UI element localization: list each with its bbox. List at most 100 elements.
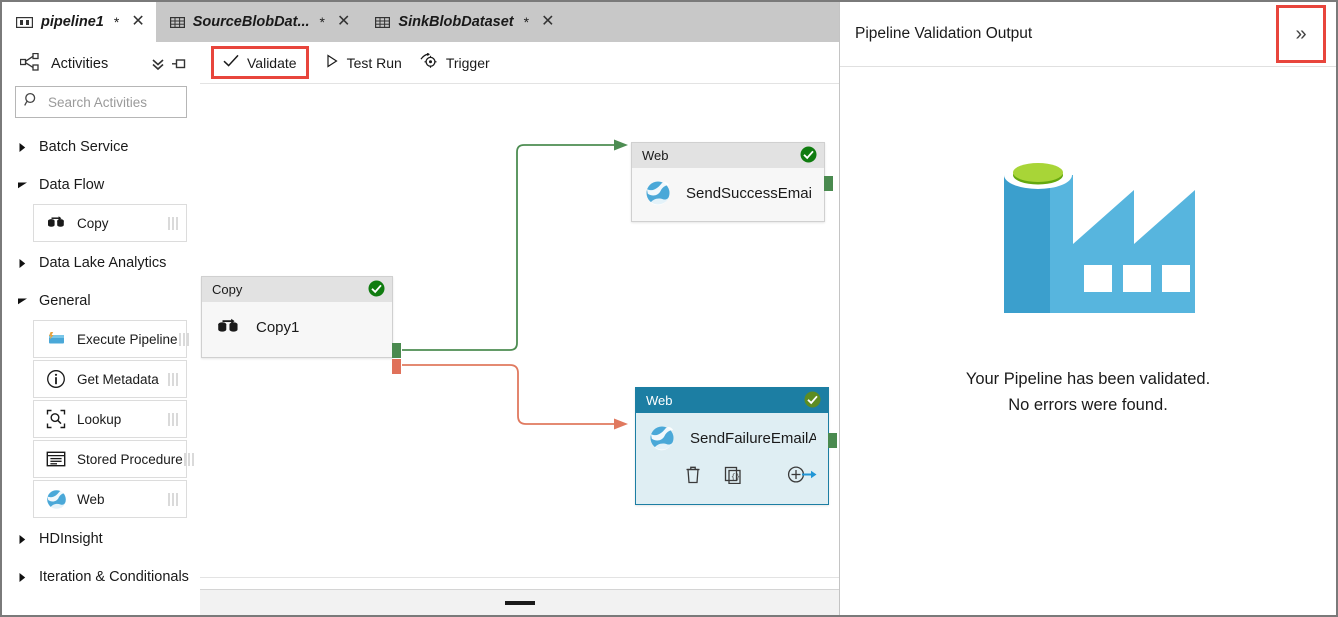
sidebar-group-batch-service[interactable]: Batch Service — [2, 128, 200, 166]
tab-sourceblobdataset[interactable]: SourceBlobDat... * ✕ — [155, 2, 362, 42]
trigger-button[interactable]: Trigger — [411, 48, 499, 77]
validate-button[interactable]: Validate — [211, 46, 309, 79]
activity-item-lookup[interactable]: Lookup — [33, 400, 187, 438]
web-globe-icon — [644, 179, 672, 207]
panel-title: Pipeline Validation Output — [855, 25, 1033, 42]
close-icon[interactable]: ✕ — [131, 14, 144, 30]
connector-success — [402, 144, 618, 351]
web-globe-icon — [45, 488, 67, 510]
validate-label: Validate — [247, 54, 297, 71]
chevron-right-icon — [14, 569, 30, 585]
sidebar-group-label: Batch Service — [39, 139, 129, 155]
activity-label: Web — [77, 491, 105, 507]
sidebar-group-hdinsight[interactable]: HDInsight — [2, 520, 200, 558]
node-output-port-failure[interactable] — [392, 359, 401, 374]
activity-item-copy[interactable]: Copy — [33, 204, 187, 242]
drag-grip-icon[interactable] — [183, 452, 196, 467]
canvas-node-sendfailureemail[interactable]: Web SendFailureEmail {} — [635, 387, 837, 505]
node-output-port-success[interactable] — [392, 343, 401, 358]
sidebar-group-label: Data Flow — [39, 177, 105, 193]
chevron-down-icon — [14, 293, 30, 309]
activity-label: Execute Pipeline — [77, 331, 178, 347]
test-run-button[interactable]: Test Run — [316, 49, 411, 76]
trash-icon[interactable] — [684, 463, 702, 485]
activity-label: Lookup — [77, 411, 122, 427]
bottom-panel-collapsed[interactable] — [200, 589, 839, 615]
activity-label: Stored Procedure — [77, 451, 183, 467]
canvas-node-sendsuccessemail[interactable]: Web SendSuccessEmai — [631, 142, 833, 222]
tab-label: SourceBlobDat... — [192, 14, 310, 30]
connector-failure-arrowhead — [614, 418, 628, 430]
chevron-right-icon — [14, 139, 30, 155]
green-check-icon — [800, 146, 817, 166]
drag-grip-icon[interactable] — [178, 332, 191, 347]
activity-label: Get Metadata — [77, 371, 159, 387]
node-body: SendSuccessEmailActi... — [632, 168, 824, 218]
sidebar-group-data-flow[interactable]: Data Flow — [2, 166, 200, 204]
tab-strip: pipeline1 * ✕ SourceBlobDat... * ✕ SinkB… — [2, 2, 839, 42]
search-input[interactable] — [46, 93, 200, 111]
validation-message-line1: Your Pipeline has been validated. — [965, 370, 1211, 388]
sidebar-group-data-lake-analytics[interactable]: Data Lake Analytics — [2, 244, 200, 282]
pipeline-canvas[interactable]: Copy Copy1 Web SendSuccessEmai Web SendF… — [200, 84, 839, 576]
green-check-icon — [804, 391, 821, 411]
activities-header: Activities — [2, 42, 200, 86]
command-bar: Validate Test Run Trigger — [200, 42, 839, 84]
code-braces-icon[interactable]: {} — [724, 463, 742, 485]
copy-activity-icon — [45, 212, 67, 234]
drag-grip-icon[interactable] — [167, 492, 180, 507]
connector-success-arrowhead — [614, 139, 628, 151]
web-globe-icon — [648, 424, 676, 452]
node-action-bar: {} — [636, 463, 828, 494]
tab-dirty-marker: * — [523, 14, 530, 30]
sidebar-group-iteration-conditionals[interactable]: Iteration & Conditionals — [2, 558, 200, 596]
close-icon[interactable]: ✕ — [337, 14, 350, 30]
pipeline-icon — [16, 16, 33, 29]
node-header: Copy — [202, 277, 392, 302]
double-chevron-down-icon[interactable] — [149, 55, 167, 73]
add-output-arrow-icon[interactable] — [786, 463, 818, 485]
activity-item-web[interactable]: Web — [33, 480, 187, 518]
node-name-label: SendFailureEmailActiv... — [690, 429, 816, 447]
chevron-down-icon — [14, 177, 30, 193]
copy-activity-icon — [214, 313, 242, 341]
test-run-label: Test Run — [346, 54, 402, 71]
node-type-label: Web — [646, 393, 673, 408]
drag-grip-icon[interactable] — [167, 216, 180, 231]
pipeline-canvas-area: Validate Test Run Trigger Copy Copy1 Web… — [200, 42, 839, 615]
pin-icon[interactable] — [170, 55, 188, 73]
collapse-panel-button[interactable]: » — [1276, 5, 1326, 63]
activity-item-get-metadata[interactable]: Get Metadata — [33, 360, 187, 398]
chevron-right-icon — [14, 255, 30, 271]
canvas-node-copy1[interactable]: Copy Copy1 — [201, 276, 401, 374]
node-type-label: Web — [642, 148, 669, 163]
drag-grip-icon[interactable] — [167, 372, 180, 387]
get-metadata-info-icon — [45, 368, 67, 390]
search-activities-box[interactable] — [15, 86, 200, 118]
node-output-port-success[interactable] — [828, 433, 837, 448]
tab-sinkblobdataset[interactable]: SinkBlobDataset * ✕ — [361, 2, 566, 42]
node-header: Web — [632, 143, 824, 168]
lookup-icon — [45, 408, 67, 430]
trigger-gear-icon — [420, 52, 438, 72]
tab-label: SinkBlobDataset — [398, 14, 514, 30]
tab-pipeline1[interactable]: pipeline1 * ✕ — [2, 2, 156, 42]
dataset-table-icon — [375, 16, 391, 29]
close-icon[interactable]: ✕ — [541, 14, 554, 30]
tab-dirty-marker: * — [113, 14, 120, 30]
stored-procedure-icon — [45, 448, 67, 470]
resize-handle[interactable] — [504, 600, 535, 605]
node-output-port-success[interactable] — [824, 176, 833, 191]
validation-panel-body: Your Pipeline has been validated. No err… — [840, 67, 1336, 418]
validation-panel-header: Pipeline Validation Output » — [840, 2, 1336, 67]
play-triangle-icon — [325, 54, 339, 71]
activity-item-execute-pipeline[interactable]: Execute Pipeline — [33, 320, 189, 358]
drag-grip-icon[interactable] — [167, 412, 180, 427]
pipeline-validation-output-panel: Pipeline Validation Output » Your Pipeli… — [839, 2, 1336, 615]
activities-tree: Batch Service Data Flow Copy Data Lake A… — [2, 128, 200, 596]
node-body: SendFailureEmailActiv... — [636, 413, 828, 463]
activities-panel: Activities Search Activities Batch Servi… — [2, 42, 201, 615]
activity-item-stored-procedure[interactable]: Stored Procedure — [33, 440, 194, 478]
double-chevron-right-icon: » — [1295, 22, 1307, 45]
sidebar-group-general[interactable]: General — [2, 282, 200, 320]
